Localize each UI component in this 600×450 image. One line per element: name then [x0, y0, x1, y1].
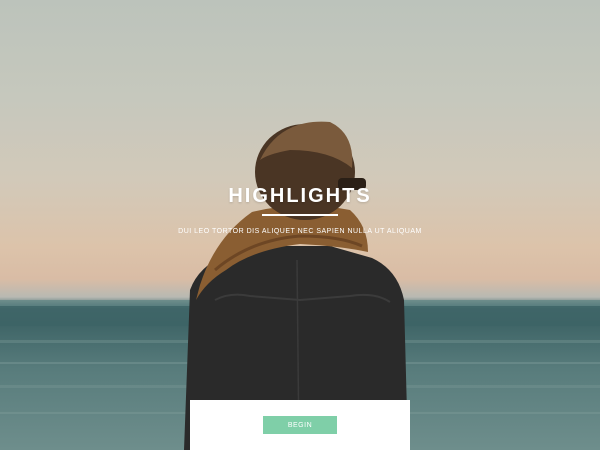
title-divider: [262, 214, 338, 216]
hero-title: HIGHLIGHTS: [228, 185, 372, 207]
cta-panel: BEGIN: [190, 400, 410, 450]
begin-button[interactable]: BEGIN: [263, 416, 337, 434]
hero-background-photo: [0, 121, 600, 450]
hero-subtitle: DUI LEO TORTOR DIS ALIQUET NEC SAPIEN NU…: [178, 228, 422, 235]
hero-section: HIGHLIGHTS DUI LEO TORTOR DIS ALIQUET NE…: [0, 0, 600, 450]
